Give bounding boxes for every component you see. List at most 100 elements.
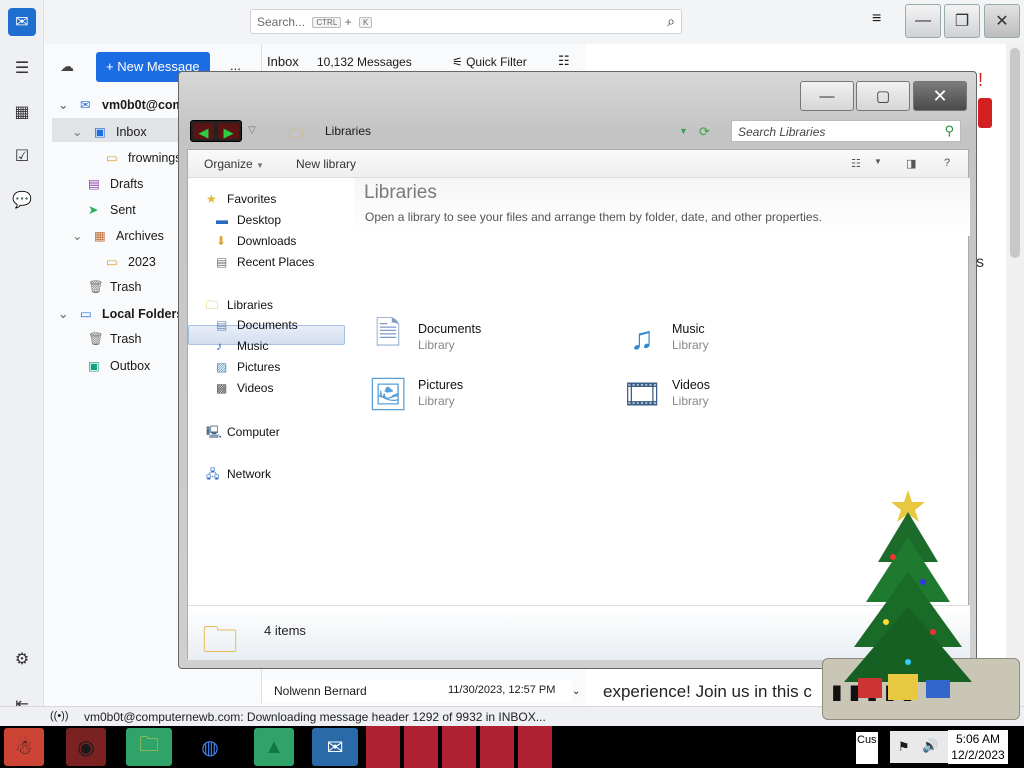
explorer-maximize-button[interactable]: ▢ [856,81,910,111]
scroll-down-icon[interactable]: ⌄ [572,686,580,697]
red-banner-edge [978,98,992,128]
app-menu-icon[interactable]: ≡ [872,10,881,28]
library-name: Documents [418,322,482,336]
forward-button[interactable]: ▶ [218,123,239,140]
folder-inbox[interactable]: ⌄ ▣ Inbox [72,124,147,139]
volume-icon[interactable]: 🔊 [922,738,938,754]
system-tray: ⚑ 🔊 [890,731,950,763]
nav-documents[interactable]: ▤ Documents [216,318,298,332]
back-button[interactable]: ◀ [193,123,214,140]
nav-recent-places[interactable]: ▤ Recent Places [216,255,314,269]
status-text: vm0b0t@computernewb.com: Downloading mes… [84,710,546,724]
explorer-minimize-button[interactable]: — [800,81,854,111]
view-dropdown-icon[interactable]: ▼ [874,157,882,166]
red-exclamation: ! [978,70,984,90]
nav-videos[interactable]: ▩ Videos [216,381,273,395]
folder-sent[interactable]: ➤ Sent [88,202,136,217]
help-icon[interactable]: ? [944,157,950,169]
address-dropdown-icon[interactable]: ▼ [679,126,688,136]
libraries-large-icon: 🗀 [202,619,239,660]
folder-outbox[interactable]: ▣ Outbox [88,358,150,373]
taskbar-clock[interactable]: 5:06 AM 12/2/2023 [948,730,1008,764]
change-view-icon[interactable]: ☷ [851,157,861,170]
thunderbird-taskbar-icon[interactable]: ✉ [312,728,358,766]
mail-icon[interactable]: ✉ [8,8,36,36]
taskbar-decoration [366,726,554,768]
reading-scrollbar-thumb[interactable] [1010,48,1020,258]
library-name: Videos [672,378,710,392]
tasks-icon[interactable]: ☑ [8,142,36,170]
videos-library-icon: 🎞 [621,376,663,412]
library-music[interactable]: ♫ Music Library [618,314,838,362]
global-search-input[interactable]: Search... CTRL + K ⌕ [250,9,682,34]
message-count: 10,132 Messages [317,55,412,69]
clock-date: 12/2/2023 [951,748,1005,762]
spaces-toolbar: ✉ ☰ ▦ ☑ 💬 ⚙ ⇤ [0,0,44,713]
library-videos[interactable]: 🎞 Videos Library [618,370,838,418]
close-button[interactable]: ✕ [984,4,1020,38]
minimize-button[interactable]: — [905,4,941,38]
message-row[interactable]: Nolwenn Bernard 11/30/2023, 12:57 PM [262,680,572,702]
search-icon[interactable]: ⚲ [944,123,954,139]
display-options-icon[interactable]: ☷ [558,53,570,69]
nav-network[interactable]: 🖧 Network [206,465,271,486]
tree-taskbar-icon[interactable]: ▲ [254,728,294,766]
library-type: Library [672,338,709,352]
nav-arrows: ◀ ▶ [190,120,242,142]
folder-archives[interactable]: ⌄ ▦ Archives [72,228,164,243]
customize-label[interactable]: Cus [856,732,878,764]
music-library-icon: ♫ [630,319,654,356]
library-documents[interactable]: 🗎 Documents Library [364,314,584,362]
restore-button[interactable]: ❐ [944,4,980,38]
folder-2023[interactable]: ▭ 2023 [106,254,156,269]
pictures-library-icon: 🖼 [367,376,409,412]
firefox-icon[interactable]: ◉ [66,728,106,766]
folder-drafts[interactable]: ▤ Drafts [88,176,143,191]
filter-icon: ⚟ [452,55,467,69]
nav-downloads[interactable]: ⬇ Downloads [216,234,296,248]
nav-libraries[interactable]: 🗀 Libraries [206,296,273,317]
navigation-pane: ★ Favorites ▬ Desktop ⬇ Downloads ▤ Recent P… [188,178,352,598]
explorer-taskbar-icon[interactable]: 🗀 [126,728,172,766]
explorer-search-input[interactable]: Search Libraries ⚲ [731,120,961,142]
command-bar: Organize ▼ New library ☷ ▼ ◨ ? [188,150,968,178]
shortcut-plus: + [344,15,352,29]
organize-button[interactable]: Organize ▼ [204,157,264,171]
message-date: 11/30/2023, 12:57 PM [448,684,556,696]
address-location: Libraries [325,124,372,138]
item-count: 4 items [264,623,306,638]
settings-icon[interactable]: ⚙ [8,645,36,673]
documents-library-icon: 🗎 [375,315,401,351]
folder-local-trash[interactable]: 🗑 Trash [88,332,142,347]
library-name: Pictures [418,378,464,392]
library-pictures[interactable]: 🖼 Pictures Library [364,370,584,418]
explorer-search-placeholder: Search Libraries [738,125,826,139]
calendar-icon[interactable]: ▦ [8,98,36,126]
folder-trash[interactable]: 🗑 Trash [88,280,142,295]
folder-local-folders[interactable]: ⌄ ▭ Local Folders [58,306,183,321]
library-type: Library [418,394,455,408]
recent-pages-icon[interactable]: ▽ [248,125,256,136]
library-type: Library [672,394,709,408]
chrome-icon[interactable]: ◍ [190,728,230,766]
nav-pictures[interactable]: ▨ Pictures [216,360,280,374]
chat-icon[interactable]: 💬 [8,186,36,214]
explorer-close-button[interactable]: ✕ [913,81,967,111]
address-bar[interactable]: Libraries [285,120,715,142]
new-library-button[interactable]: New library [296,157,356,171]
nav-favorites[interactable]: ★ Favorites [206,192,276,206]
refresh-icon[interactable]: ⟳ [699,124,710,140]
santa-start-icon[interactable]: ☃ [4,728,44,766]
quick-filter-button[interactable]: ⚟ Quick Filter [452,55,527,69]
action-center-icon[interactable]: ⚑ [898,739,910,755]
nav-computer[interactable]: 🖳 Computer [206,423,280,444]
library-name: Music [672,322,705,336]
search-icon[interactable]: ⌕ [667,13,675,30]
nav-desktop[interactable]: ▬ Desktop [216,213,281,227]
preview-pane-icon[interactable]: ◨ [906,157,916,170]
get-messages-icon[interactable]: ☁ [60,58,74,75]
nav-music[interactable]: ♪ Music [216,339,268,353]
folder-frownings[interactable]: ▭ frownings [106,150,182,165]
address-book-icon[interactable]: ☰ [8,54,36,82]
reading-fragment: s [976,254,984,271]
